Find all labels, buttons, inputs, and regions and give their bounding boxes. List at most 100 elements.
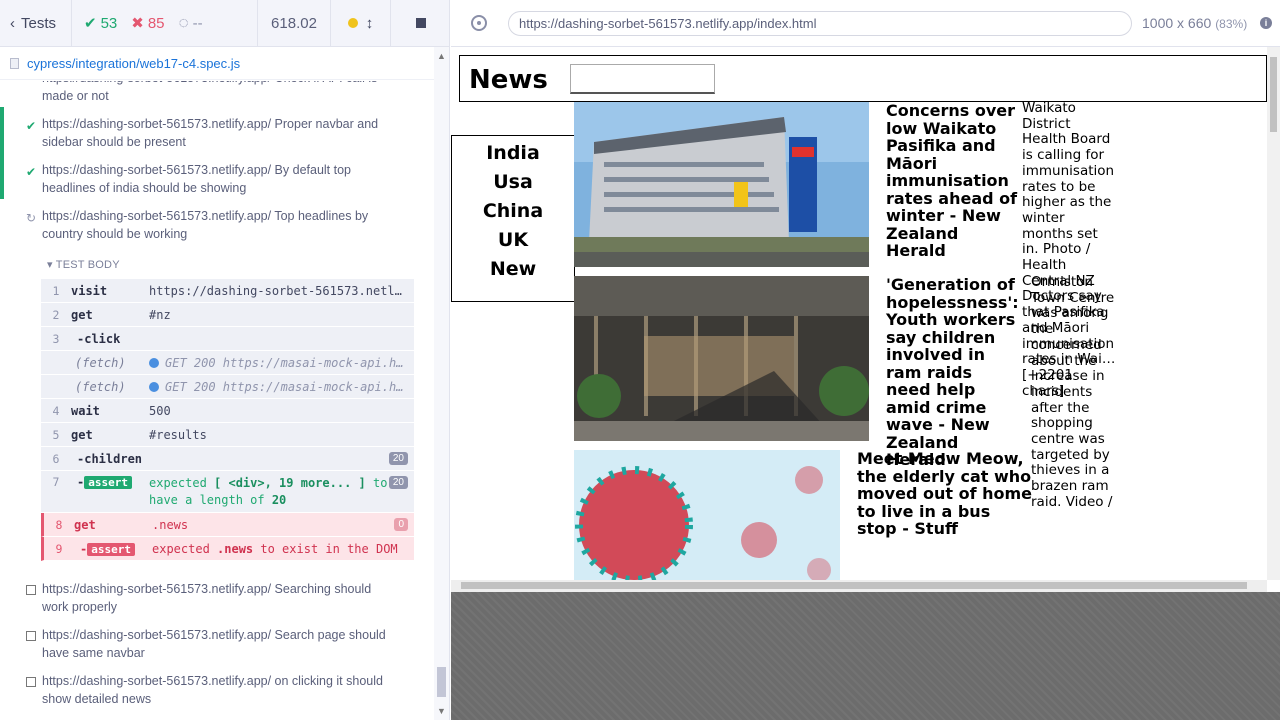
test-title: https://dashing-sorbet-561573.netlify.ap… xyxy=(42,582,372,614)
command-message: .news xyxy=(152,517,189,532)
aut-header: https://dashing-sorbet-561573.netlify.ap… xyxy=(451,0,1280,47)
page-horizontal-scrollbar[interactable] xyxy=(451,580,1267,592)
passed-bar xyxy=(0,153,4,199)
scroll-up-icon[interactable]: ▲ xyxy=(437,51,446,61)
failed-assert-row[interactable]: 9 - assert expected .news to exist in the… xyxy=(41,537,414,561)
app-under-test-frame: News India Usa China UK New Concerns ove… xyxy=(451,47,1280,592)
pending-count: ◌ -- xyxy=(179,13,203,33)
request-dot-icon xyxy=(149,381,159,392)
command-name: - assert xyxy=(71,475,149,489)
article-title[interactable]: 'Generation of hopelessness': Youth work… xyxy=(886,276,1021,469)
msg-text: expected xyxy=(149,476,215,490)
msg-value: .news xyxy=(217,541,254,556)
selector-playground-icon[interactable] xyxy=(471,15,487,31)
command-number: 8 xyxy=(55,517,63,532)
article-image-shopping-centre xyxy=(574,276,869,441)
country-sidebar: India Usa China UK New xyxy=(451,135,575,302)
aut-background xyxy=(451,592,1280,720)
tests-label: Tests xyxy=(21,14,57,32)
failed-command-row[interactable]: 8 get .news 0 xyxy=(41,513,414,537)
article-title[interactable]: Concerns over low Waikato Pasifika and M… xyxy=(886,102,1021,260)
test-stats: ✔ 53 ✖ 85 ◌ -- xyxy=(72,0,258,47)
fetch-event-row[interactable]: (fetch) GET 200 https://masai-mock-api.h… xyxy=(41,351,414,375)
test-title: https://dashing-sorbet-561573.netlify.ap… xyxy=(42,81,377,103)
scrollbar-thumb[interactable] xyxy=(461,582,1247,589)
command-message: expected .news to exist in the DOM xyxy=(152,542,414,556)
msg-value: [ <div>, 19 more... ] xyxy=(214,476,366,490)
run-duration: 618.02 xyxy=(258,0,331,47)
command-row[interactable]: 3 -click xyxy=(41,327,414,351)
country-usa[interactable]: Usa xyxy=(452,168,574,197)
command-name: -click xyxy=(77,331,121,346)
test-title: https://dashing-sorbet-561573.netlify.ap… xyxy=(42,674,383,706)
country-nz[interactable]: New xyxy=(452,255,574,284)
command-name: get xyxy=(74,517,96,532)
article-title[interactable]: Meet Meow Meow, the elderly cat who move… xyxy=(857,450,1032,538)
back-to-tests-button[interactable]: ‹ Tests xyxy=(0,0,72,47)
test-title: https://dashing-sorbet-561573.netlify.ap… xyxy=(42,117,379,149)
navbar: News xyxy=(459,55,1267,102)
command-number: 3 xyxy=(52,331,60,346)
command-message: GET 200 https://masai-mock-api.herokuapp… xyxy=(149,380,414,394)
command-number: 6 xyxy=(52,451,60,466)
auto-scroll-toggle[interactable]: ↕ xyxy=(331,0,391,47)
article-image-virus xyxy=(574,450,840,580)
test-list[interactable]: https://dashing-sorbet-561573.netlify.ap… xyxy=(0,81,434,720)
command-message: expected [ <div>, 19 more... ] to have a… xyxy=(149,475,414,509)
command-row[interactable]: 2 get #nz xyxy=(41,303,414,327)
command-message: #results xyxy=(149,427,207,442)
element-count-badge: 20 xyxy=(388,452,408,465)
failed-value: 85 xyxy=(147,14,165,32)
failed-count: ✖ 85 xyxy=(131,14,165,33)
page-vertical-scrollbar[interactable] xyxy=(1267,47,1280,580)
scroll-down-icon[interactable]: ▼ xyxy=(437,706,446,716)
assert-row[interactable]: 7 - assert expected [ <div>, 19 more... ]… xyxy=(41,471,414,513)
runner-header: ‹ Tests ✔ 53 ✖ 85 ◌ -- 618.02 ↕ xyxy=(0,0,449,47)
chevron-left-icon: ‹ xyxy=(10,14,15,32)
scrollbar-thumb[interactable] xyxy=(437,667,446,697)
refresh-icon: ↻ xyxy=(26,211,37,225)
command-number: 5 xyxy=(52,427,60,442)
command-row[interactable]: 1 visit https://dashing-sorbet-561573.ne… xyxy=(41,279,414,303)
command-row[interactable]: 5 get #results xyxy=(41,423,414,447)
command-message: https://dashing-sorbet-561573.netlify.ap… xyxy=(149,283,414,298)
request-dot-icon xyxy=(149,357,159,368)
check-icon: ✔ xyxy=(84,15,97,32)
checkbox-icon xyxy=(26,674,36,692)
fetch-event-row[interactable]: (fetch) GET 200 https://masai-mock-api.h… xyxy=(41,375,414,399)
info-icon[interactable]: i xyxy=(1260,17,1272,29)
stop-button[interactable] xyxy=(391,0,449,47)
running-indicator-icon xyxy=(347,18,358,28)
command-name: get xyxy=(71,307,93,322)
article-description: Ormiston Town Centre was among the conce… xyxy=(1031,274,1115,510)
command-log-scrollbar[interactable]: ▲ ▼ xyxy=(434,47,449,720)
search-input[interactable] xyxy=(570,64,715,94)
command-number: 4 xyxy=(52,403,60,418)
command-number: 7 xyxy=(52,475,60,489)
command-number: 1 xyxy=(52,283,60,298)
viewport-dimensions: 1000 x 660 xyxy=(1142,15,1212,31)
element-count-badge: 20 xyxy=(388,476,408,489)
country-india[interactable]: India xyxy=(452,139,574,168)
test-title: https://dashing-sorbet-561573.netlify.ap… xyxy=(42,628,386,660)
element-count-badge: 0 xyxy=(394,518,408,531)
country-china[interactable]: China xyxy=(452,197,574,226)
country-uk[interactable]: UK xyxy=(452,226,574,255)
command-name: (fetch) xyxy=(75,355,126,370)
command-row[interactable]: 4 wait 500 xyxy=(41,399,414,423)
caret-down-icon: ▾ xyxy=(47,259,53,271)
test-body-toggle[interactable]: ▾ TEST BODY xyxy=(47,258,120,271)
aut-url-field[interactable]: https://dashing-sorbet-561573.netlify.ap… xyxy=(508,11,1132,36)
command-name: - assert xyxy=(74,542,152,556)
checkbox-icon xyxy=(26,582,36,600)
command-message: GET 200 https://masai-mock-api.herokuapp… xyxy=(149,356,414,370)
msg-text: expected xyxy=(152,541,218,556)
msg-value: 20 xyxy=(271,493,287,507)
scrollbar-thumb[interactable] xyxy=(1270,57,1277,132)
command-number: 9 xyxy=(55,541,63,556)
command-row[interactable]: 6 -children 20 xyxy=(41,447,414,471)
fetch-url: GET 200 https://masai-mock-api.herokuapp… xyxy=(165,355,414,370)
pending-value: -- xyxy=(192,14,203,32)
test-title: https://dashing-sorbet-561573.netlify.ap… xyxy=(42,163,351,195)
spec-path-link[interactable]: cypress/integration/web17-c4.spec.js xyxy=(27,56,240,71)
